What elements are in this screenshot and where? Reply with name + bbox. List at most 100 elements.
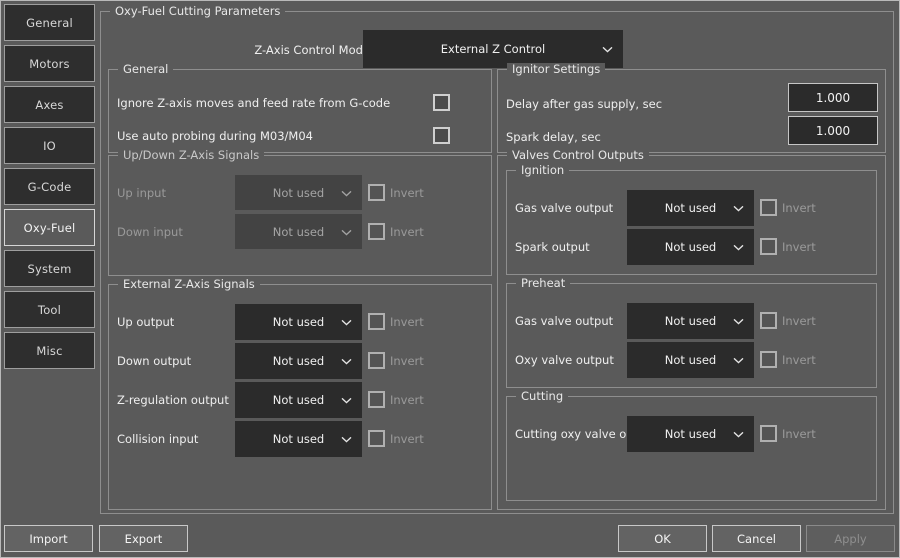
preheat-oxy-valve-invert-checkbox[interactable] [760, 351, 777, 368]
spark-delay-input[interactable]: 1.000 [788, 116, 878, 145]
sidebar-item-gcode[interactable]: G-Code [4, 168, 95, 205]
collision-input-value: Not used [272, 432, 325, 446]
z-axis-control-mode-label: Z-Axis Control Mode [254, 43, 370, 57]
import-button[interactable]: Import [4, 525, 93, 552]
sidebar-item-oxy-fuel[interactable]: Oxy-Fuel [4, 209, 95, 246]
oxy-fuel-parameters-title: Oxy-Fuel Cutting Parameters [110, 5, 286, 18]
down-input-select[interactable]: Not used [235, 214, 362, 249]
ok-button-label: OK [654, 531, 671, 546]
chevron-down-icon [341, 229, 352, 236]
ignition-gas-valve-invert-checkbox[interactable] [760, 199, 777, 216]
ignition-spark-output-value: Not used [664, 240, 717, 254]
sidebar-item-label: Tool [37, 302, 62, 317]
chevron-down-icon [733, 357, 744, 364]
up-input-invert-checkbox[interactable] [368, 184, 385, 201]
preheat-gas-valve-invert-checkbox[interactable] [760, 312, 777, 329]
sidebar-item-label: System [27, 261, 72, 276]
down-output-value: Not used [272, 354, 325, 368]
down-input-invert-checkbox[interactable] [368, 223, 385, 240]
import-button-label: Import [29, 531, 68, 546]
preheat-gas-valve-output-label: Gas valve output [515, 314, 614, 328]
sidebar-item-tool[interactable]: Tool [4, 291, 95, 328]
delay-after-gas-supply-input[interactable]: 1.000 [788, 83, 878, 112]
collision-input-label: Collision input [117, 432, 199, 446]
cutting-oxy-valve-invert-label: Invert [782, 427, 816, 441]
up-input-invert-label: Invert [390, 186, 424, 200]
sidebar-item-general[interactable]: General [4, 4, 95, 41]
ignition-spark-output-select[interactable]: Not used [627, 229, 754, 265]
ignitor-settings-title: Ignitor Settings [507, 63, 606, 76]
chevron-down-icon [733, 431, 744, 438]
sidebar-item-axes[interactable]: Axes [4, 86, 95, 123]
down-input-label: Down input [117, 225, 183, 239]
cutting-oxy-valve-output-select[interactable]: Not used [627, 416, 754, 452]
down-input-invert-label: Invert [390, 225, 424, 239]
chevron-down-icon [602, 46, 613, 53]
chevron-down-icon [733, 205, 744, 212]
external-z-axis-signals-title: External Z-Axis Signals [118, 278, 260, 291]
up-output-value: Not used [272, 315, 325, 329]
z-regulation-output-value: Not used [272, 393, 325, 407]
spark-delay-value: 1.000 [815, 123, 851, 138]
preheat-gas-valve-output-value: Not used [664, 314, 717, 328]
up-output-label: Up output [117, 315, 175, 329]
delay-after-gas-supply-label: Delay after gas supply, sec [506, 97, 663, 111]
up-input-select[interactable]: Not used [235, 175, 362, 210]
valves-control-outputs-title: Valves Control Outputs [507, 149, 649, 162]
cutting-group-title: Cutting [516, 390, 569, 403]
up-output-select[interactable]: Not used [235, 304, 362, 340]
chevron-down-icon [341, 397, 352, 404]
sidebar-item-io[interactable]: IO [4, 127, 95, 164]
ignition-gas-valve-output-label: Gas valve output [515, 201, 614, 215]
preheat-oxy-valve-output-value: Not used [664, 353, 717, 367]
ignition-spark-output-label: Spark output [515, 240, 590, 254]
up-output-invert-checkbox[interactable] [368, 313, 385, 330]
preheat-gas-valve-output-select[interactable]: Not used [627, 303, 754, 339]
sidebar-item-label: Misc [36, 343, 63, 358]
preheat-gas-valve-invert-label: Invert [782, 314, 816, 328]
sidebar-item-label: Axes [35, 97, 64, 112]
ok-button[interactable]: OK [618, 525, 707, 552]
z-regulation-output-select[interactable]: Not used [235, 382, 362, 418]
apply-button-label: Apply [834, 531, 867, 546]
ignition-gas-valve-invert-label: Invert [782, 201, 816, 215]
preheat-group-title: Preheat [516, 277, 571, 290]
collision-input-invert-checkbox[interactable] [368, 430, 385, 447]
sidebar-item-motors[interactable]: Motors [4, 45, 95, 82]
ignition-spark-invert-checkbox[interactable] [760, 238, 777, 255]
collision-input-select[interactable]: Not used [235, 421, 362, 457]
ignore-z-moves-label: Ignore Z-axis moves and feed rate from G… [117, 96, 391, 110]
preheat-oxy-valve-output-label: Oxy valve output [515, 353, 614, 367]
ignition-spark-invert-label: Invert [782, 240, 816, 254]
down-input-value: Not used [272, 224, 325, 239]
ignition-group-title: Ignition [516, 164, 570, 177]
auto-probing-checkbox[interactable] [433, 127, 450, 144]
footer-bar: Import Export OK Cancel Apply [0, 518, 900, 558]
ignore-z-moves-checkbox[interactable] [433, 94, 450, 111]
up-input-value: Not used [272, 185, 325, 200]
sidebar-item-label: G-Code [27, 179, 72, 194]
sidebar-item-label: Motors [29, 56, 70, 71]
z-regulation-output-invert-checkbox[interactable] [368, 391, 385, 408]
z-regulation-output-invert-label: Invert [390, 393, 424, 407]
ignition-gas-valve-output-value: Not used [664, 201, 717, 215]
sidebar-item-system[interactable]: System [4, 250, 95, 287]
cutting-oxy-valve-invert-checkbox[interactable] [760, 425, 777, 442]
cancel-button[interactable]: Cancel [712, 525, 801, 552]
chevron-down-icon [733, 318, 744, 325]
ignition-gas-valve-output-select[interactable]: Not used [627, 190, 754, 226]
cancel-button-label: Cancel [737, 531, 776, 546]
up-output-invert-label: Invert [390, 315, 424, 329]
preheat-oxy-valve-output-select[interactable]: Not used [627, 342, 754, 378]
down-output-invert-checkbox[interactable] [368, 352, 385, 369]
down-output-label: Down output [117, 354, 192, 368]
chevron-down-icon [341, 190, 352, 197]
up-input-label: Up input [117, 186, 166, 200]
spark-delay-label: Spark delay, sec [506, 130, 601, 144]
apply-button[interactable]: Apply [806, 525, 895, 552]
general-group-title: General [118, 63, 174, 76]
down-output-select[interactable]: Not used [235, 343, 362, 379]
sidebar-item-misc[interactable]: Misc [4, 332, 95, 369]
export-button[interactable]: Export [99, 525, 188, 552]
cutting-oxy-valve-output-value: Not used [664, 427, 717, 441]
